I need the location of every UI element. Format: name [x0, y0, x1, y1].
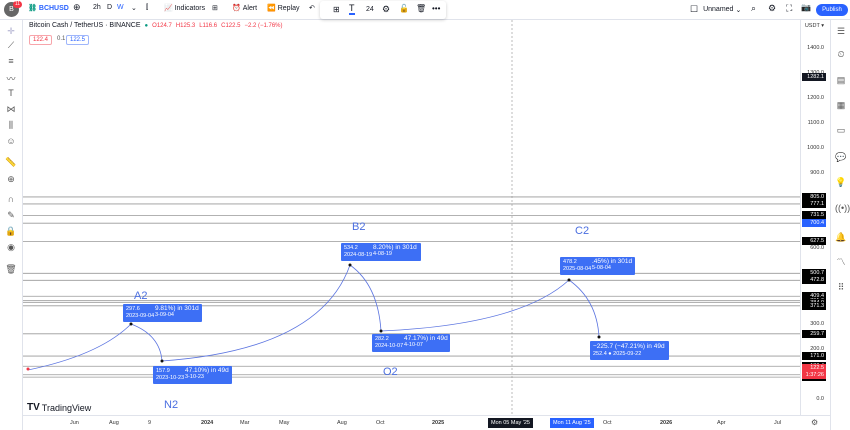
time-label: Oct	[603, 420, 612, 426]
time-label: Apr	[717, 420, 726, 426]
price-label: 300.0	[810, 320, 824, 327]
time-label: Jun	[70, 420, 79, 426]
time-label: Aug	[337, 420, 347, 426]
price-label: 259.7	[802, 329, 826, 338]
time-label: 2026	[660, 420, 673, 426]
time-label: Jul	[774, 420, 782, 426]
price-label: 700.4	[802, 219, 826, 228]
measure-box[interactable]: 534.2 8.20%) in 301d 2024-08-19 4-08-19	[341, 243, 421, 261]
wave-label-c2: C2	[575, 225, 590, 237]
tv-logo-icon: TV	[27, 402, 40, 413]
time-label: Mar	[240, 420, 250, 426]
bar-countdown: 1:37:26	[802, 371, 826, 380]
time-axis[interactable]	[23, 415, 830, 430]
wave-curve	[568, 279, 600, 338]
measure-box[interactable]: 282.2 47.17%) in 49d 2024-10-07 4-10-07	[372, 334, 450, 352]
price-label: 472.8	[802, 276, 826, 285]
price-label: 900.0	[810, 170, 824, 177]
price-label: 627.5	[802, 237, 826, 246]
time-label: Oct	[376, 420, 385, 426]
price-label: 371.3	[802, 301, 826, 310]
wave-point[interactable]	[348, 263, 352, 267]
price-label: 1000.0	[807, 145, 824, 151]
price-label: 731.5	[802, 211, 826, 220]
wave-point[interactable]	[597, 335, 601, 339]
price-label: 1282.1	[802, 73, 826, 82]
measure-box[interactable]: 157.9 47.10%) in 49d 2023-10-23 3-10-23	[153, 366, 232, 384]
wave-label-n2: N2	[164, 399, 179, 411]
measure-box[interactable]: 478.2 .45%) in 301d 2025-08-04 5-08-04	[560, 257, 635, 275]
wave-curve	[130, 323, 163, 362]
tradingview-logo[interactable]: TV TradingView	[27, 402, 91, 413]
wave-label-a2: A2	[134, 290, 148, 302]
price-label: 1400.0	[807, 44, 824, 51]
wave-paths	[27, 264, 600, 371]
time-label: Aug	[109, 420, 119, 426]
currency-selector[interactable]: USDT ▾	[802, 22, 826, 30]
wave-point[interactable]	[379, 329, 383, 333]
wave-point[interactable]	[129, 322, 133, 326]
time-label: May	[279, 420, 290, 426]
time-label: 2024	[201, 420, 214, 426]
time-label: 2025	[432, 420, 445, 426]
time-label: 9	[148, 420, 152, 426]
wave-curve	[349, 264, 382, 332]
price-label: 0.0	[816, 396, 824, 402]
start-point	[26, 367, 30, 371]
chart-canvas[interactable]	[0, 0, 850, 430]
measure-box[interactable]: 297.6 9.81%) in 301d 2023-09-04 3-09-04	[123, 304, 202, 322]
time-cursor-label: Mon 05 May '25	[488, 418, 533, 428]
price-label: 1200.0	[807, 94, 824, 101]
wave-label-o2: O2	[383, 366, 398, 378]
wave-label-b2: B2	[352, 221, 366, 233]
wave-point[interactable]	[567, 278, 571, 282]
price-label: 777.1	[802, 199, 826, 208]
time-selected-label: Mon 11 Aug '25	[550, 418, 594, 428]
wave-point[interactable]	[160, 359, 164, 363]
axis-settings-icon[interactable]: ⚙	[811, 418, 818, 427]
price-label: 1100.0	[807, 119, 824, 126]
wave-curve	[27, 323, 132, 371]
price-label: 171.0	[802, 352, 826, 361]
price-label: 600.0	[810, 245, 824, 252]
measure-box[interactable]: −225.7 (−47.21%) in 49d 252.4 ● 2025-09-2…	[590, 341, 669, 360]
